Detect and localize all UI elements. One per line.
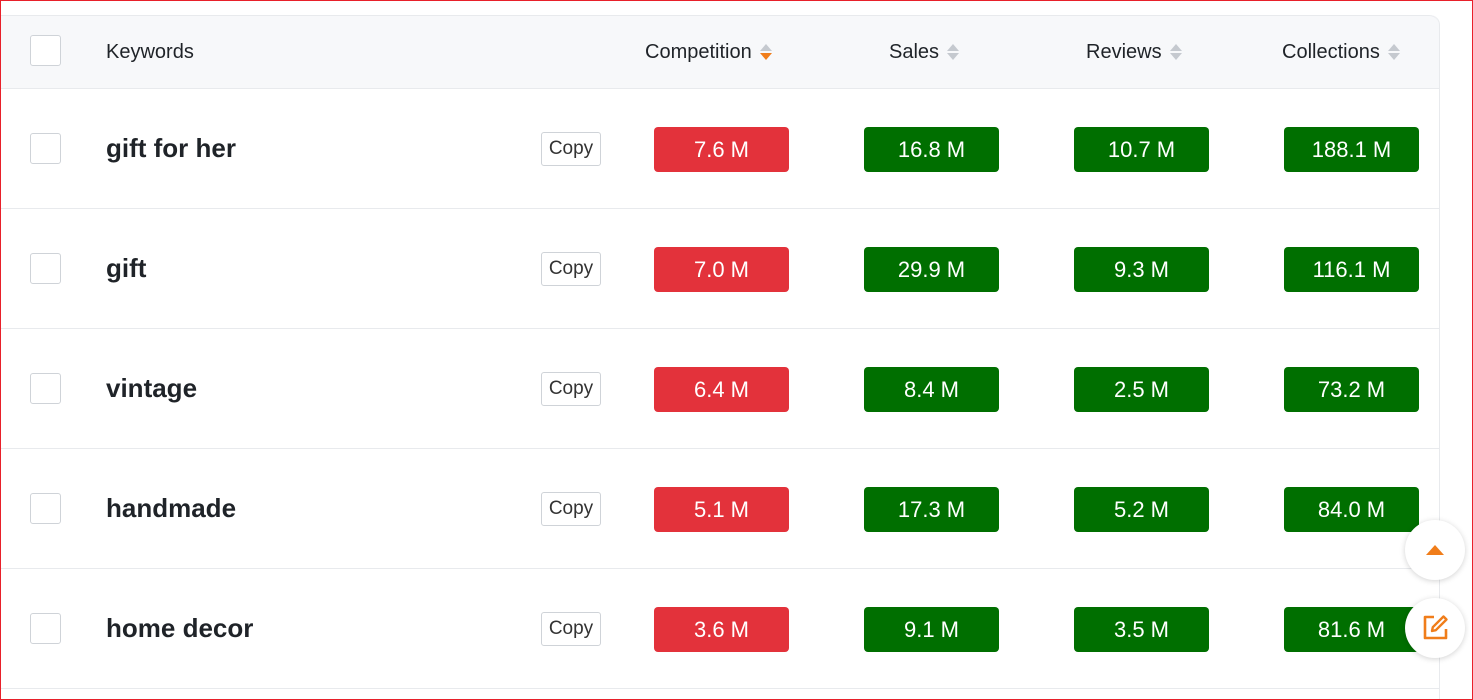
keyword-text: home decor [106,613,254,643]
row-checkbox[interactable] [30,253,61,284]
keyword-text: gift [106,253,147,283]
competition-badge: 7.0 M [654,247,789,292]
sort-desc-icon [759,44,774,60]
copy-button[interactable]: Copy [541,252,601,286]
reviews-badge: 3.5 M [1074,607,1209,652]
table-row: home decor Copy 3.6 M 9.1 M 3.5 M 81.6 M [1,569,1439,689]
collections-badge: 73.2 M [1284,367,1419,412]
sales-badge: 16.8 M [864,127,999,172]
keyword-text: gift for her [106,133,236,163]
collections-badge: 116.1 M [1284,247,1419,292]
sort-icon [947,44,961,60]
sort-icon [1169,44,1184,60]
feedback-button[interactable] [1405,598,1465,658]
copy-button[interactable]: Copy [541,612,601,646]
reviews-badge: 2.5 M [1074,367,1209,412]
row-checkbox[interactable] [30,613,61,644]
competition-badge: 5.1 M [654,487,789,532]
scroll-to-top-button[interactable] [1405,520,1465,580]
reviews-badge: 9.3 M [1074,247,1209,292]
collections-badge: 81.6 M [1284,607,1419,652]
copy-button[interactable]: Copy [541,132,601,166]
keywords-table: Keywords Competition Sales Reviews Colle… [1,15,1440,699]
collections-header-label: Collections [1282,41,1380,63]
sales-column-header[interactable]: Sales [889,16,961,88]
collections-badge: 84.0 M [1284,487,1419,532]
reviews-badge: 10.7 M [1074,127,1209,172]
competition-column-header[interactable]: Competition [645,16,774,88]
edit-icon [1423,615,1448,640]
keywords-column-header: Keywords [106,41,194,63]
caret-up-icon [1426,545,1444,555]
select-all-checkbox[interactable] [30,35,61,66]
page-frame: Keywords Competition Sales Reviews Colle… [0,0,1473,700]
row-checkbox[interactable] [30,373,61,404]
table-row: handmade Copy 5.1 M 17.3 M 5.2 M 84.0 M [1,449,1439,569]
sales-badge: 17.3 M [864,487,999,532]
competition-badge: 7.6 M [654,127,789,172]
competition-badge: 6.4 M [654,367,789,412]
collections-column-header[interactable]: Collections [1282,16,1402,88]
reviews-header-label: Reviews [1086,41,1162,63]
keyword-text: handmade [106,493,237,523]
table-row: gift for her Copy 7.6 M 16.8 M 10.7 M 18… [1,89,1439,209]
competition-badge: 3.6 M [654,607,789,652]
row-checkbox[interactable] [30,493,61,524]
sales-header-label: Sales [889,41,940,63]
row-checkbox[interactable] [30,133,61,164]
sales-badge: 9.1 M [864,607,999,652]
table-row: gift Copy 7.0 M 29.9 M 9.3 M 116.1 M [1,209,1439,329]
copy-button[interactable]: Copy [541,492,601,526]
competition-header-label: Competition [645,41,752,63]
table-row: vintage Copy 6.4 M 8.4 M 2.5 M 73.2 M [1,329,1439,449]
sort-icon [1387,44,1402,60]
reviews-badge: 5.2 M [1074,487,1209,532]
sales-badge: 29.9 M [864,247,999,292]
reviews-column-header[interactable]: Reviews [1086,16,1184,88]
keyword-text: vintage [106,373,198,403]
collections-badge: 188.1 M [1284,127,1419,172]
sales-badge: 8.4 M [864,367,999,412]
copy-button[interactable]: Copy [541,372,601,406]
table-header: Keywords Competition Sales Reviews Colle… [1,15,1439,89]
